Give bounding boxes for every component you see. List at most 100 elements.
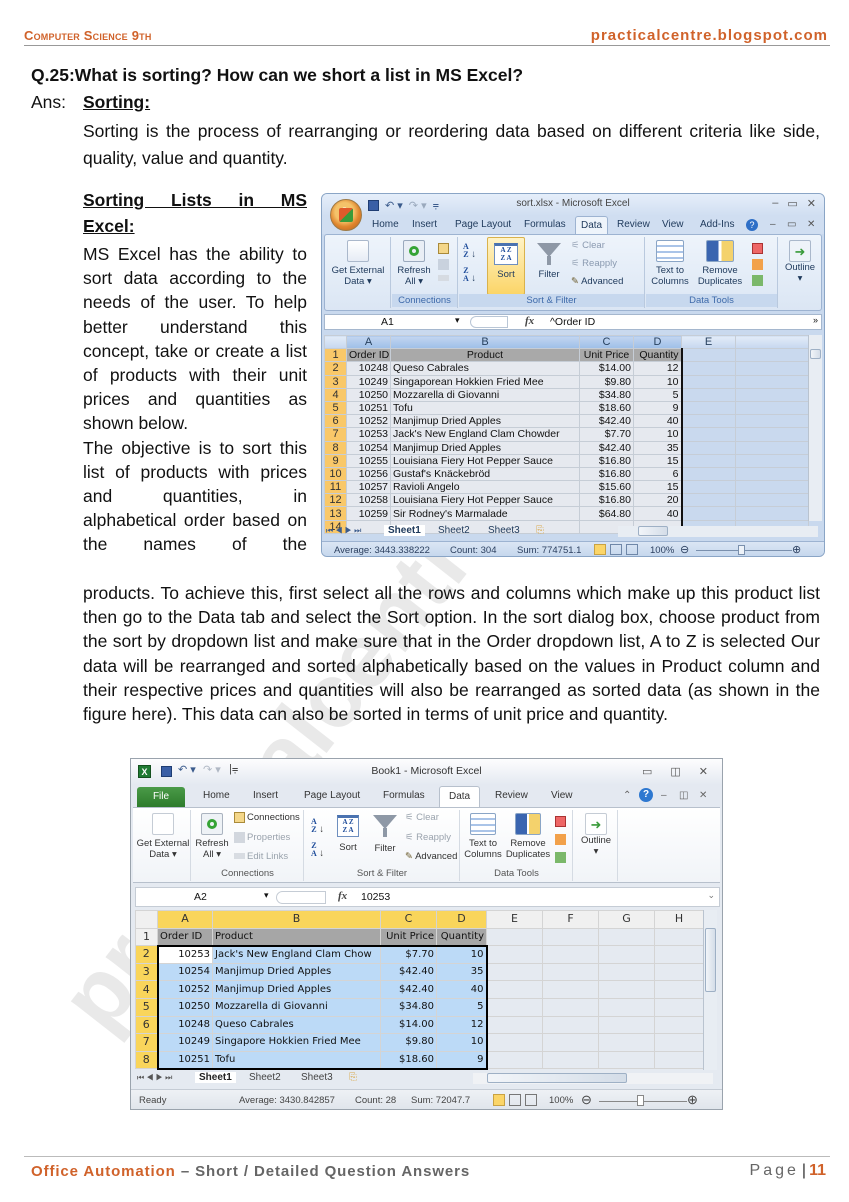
edit-links-icon[interactable] (438, 275, 449, 281)
empty-cell[interactable] (542, 1015, 599, 1035)
row-header[interactable]: 6 (135, 1015, 158, 1035)
data-cell[interactable]: 10253 (156, 944, 213, 964)
data-cell[interactable]: 10256 (346, 466, 391, 482)
tab-review[interactable]: Review (617, 219, 650, 230)
column-title-cell[interactable]: Quantity (436, 927, 487, 947)
row-header[interactable]: 3 (135, 962, 158, 982)
insert-sheet-icon[interactable]: ⎘ (536, 525, 544, 536)
sheet-tab-sheet2[interactable]: Sheet2 (249, 1072, 281, 1083)
data-cell[interactable]: $7.70 (380, 944, 437, 964)
column-header-a[interactable]: A (346, 334, 391, 350)
data-cell[interactable]: $18.60 (380, 1050, 437, 1070)
data-cell[interactable]: 10254 (156, 962, 213, 982)
select-all-corner[interactable] (324, 334, 347, 350)
what-if-analysis-icon[interactable] (752, 275, 763, 286)
row-header[interactable]: 1 (135, 927, 158, 947)
data-cell[interactable]: 35 (436, 962, 488, 982)
column-title-cell[interactable]: Order ID (157, 927, 213, 947)
advanced-button[interactable]: ✎ Advanced (405, 851, 457, 862)
empty-cell[interactable] (735, 493, 809, 508)
data-cell[interactable]: Queso Cabrales (390, 361, 580, 376)
data-cell[interactable]: 15 (633, 453, 683, 468)
data-cell[interactable]: Singaporean Hokkien Fried Mee (390, 374, 580, 389)
empty-cell[interactable] (654, 980, 704, 999)
empty-cell[interactable] (654, 945, 704, 964)
tab-add-ins[interactable]: Add-Ins (700, 219, 734, 230)
row-header[interactable]: 12 (324, 493, 347, 508)
empty-cell[interactable] (735, 387, 809, 402)
insert-function-icon[interactable]: fx (525, 315, 534, 327)
get-external-data-button[interactable]: Get External Data ▾ (329, 240, 387, 287)
sort-button[interactable]: A ZZ A Sort (487, 237, 525, 295)
ribbon-close-icon[interactable]: ✕ (699, 790, 707, 801)
data-cell[interactable]: $7.70 (579, 427, 634, 442)
data-cell[interactable]: $42.40 (380, 962, 437, 982)
close-icon[interactable]: ✕ (807, 197, 816, 210)
data-cell[interactable]: Queso Cabrales (212, 1015, 381, 1035)
empty-cell[interactable] (486, 980, 543, 999)
refresh-all-button[interactable]: Refresh All ▾ (394, 240, 434, 287)
empty-cell[interactable] (681, 427, 736, 442)
empty-cell[interactable] (486, 997, 543, 1017)
column-header-d[interactable]: D (436, 910, 487, 929)
zoom-slider-thumb[interactable] (637, 1095, 644, 1106)
edit-links-button[interactable]: Edit Links (234, 851, 288, 862)
outline-button[interactable]: ➜ Outline ▾ (781, 240, 819, 284)
remove-duplicates-button[interactable]: Remove Duplicates (694, 240, 746, 287)
column-title-cell[interactable]: Unit Price (380, 927, 437, 947)
column-header-c[interactable]: C (579, 334, 634, 350)
tab-data[interactable]: Data (439, 786, 481, 808)
row-header[interactable]: 5 (135, 997, 158, 1017)
name-box-dropdown-icon[interactable]: ▾ (264, 890, 269, 901)
formula-bar-resizer[interactable] (470, 316, 508, 328)
data-cell[interactable]: $16.80 (579, 453, 634, 468)
data-cell[interactable]: 40 (633, 506, 683, 521)
empty-cell[interactable] (681, 361, 736, 376)
empty-cell[interactable] (542, 1033, 599, 1052)
row-header[interactable]: 8 (324, 440, 347, 455)
text-to-columns-button[interactable]: Text to Columns (648, 240, 692, 287)
data-cell[interactable]: 10252 (156, 980, 213, 999)
close-icon[interactable]: ✕ (699, 765, 708, 778)
row-header[interactable]: 7 (324, 427, 347, 442)
data-cell[interactable]: $42.40 (579, 414, 634, 429)
zoom-level[interactable]: 100% (650, 545, 674, 556)
empty-cell[interactable] (735, 466, 809, 482)
column-header-g[interactable]: G (598, 910, 655, 929)
data-cell[interactable]: Louisiana Fiery Hot Pepper Sauce (390, 493, 580, 508)
data-cell[interactable]: 10 (436, 1033, 488, 1052)
empty-cell[interactable] (654, 962, 704, 982)
sheet-tab-sheet1[interactable]: Sheet1 (384, 525, 425, 536)
tab-formulas[interactable]: Formulas (383, 790, 425, 801)
empty-cell[interactable] (654, 997, 704, 1017)
row-header[interactable]: 8 (135, 1050, 158, 1070)
data-cell[interactable]: Manjimup Dried Apples (212, 962, 381, 982)
row-header[interactable]: 4 (135, 980, 158, 999)
column-header-h[interactable]: H (654, 910, 704, 929)
minimize-ribbon-icon[interactable]: ⌃ (623, 790, 631, 801)
data-cell[interactable]: 12 (633, 361, 683, 376)
page-layout-view-icon[interactable] (509, 1094, 521, 1106)
data-cell[interactable]: 10253 (346, 427, 391, 442)
tab-file[interactable]: File (137, 787, 185, 808)
empty-cell[interactable] (735, 480, 809, 495)
data-cell[interactable]: $16.80 (579, 493, 634, 508)
sort-z-to-a-button[interactable]: ZA ↓ (311, 842, 324, 860)
data-cell[interactable]: $42.40 (380, 980, 437, 999)
empty-cell[interactable] (542, 1050, 599, 1070)
insert-function-icon[interactable]: fx (338, 890, 347, 902)
data-cell[interactable]: 10258 (346, 493, 391, 508)
header-site[interactable]: practicalcentre.blogspot.com (591, 27, 828, 44)
data-cell[interactable]: $15.60 (579, 480, 634, 495)
empty-cell[interactable] (735, 440, 809, 455)
vertical-scrollbar[interactable] (703, 910, 717, 1070)
empty-cell[interactable] (542, 945, 599, 964)
refresh-all-button[interactable]: Refresh All ▾ (194, 813, 230, 860)
empty-cell[interactable] (542, 927, 599, 947)
empty-cell[interactable] (681, 400, 736, 416)
help-icon[interactable]: ? (746, 219, 758, 231)
tab-data[interactable]: Data (575, 216, 609, 235)
data-cell[interactable]: Mozzarella di Giovanni (390, 387, 580, 402)
horizontal-scrollbar[interactable] (618, 526, 818, 537)
data-cell[interactable]: 10252 (346, 414, 391, 429)
